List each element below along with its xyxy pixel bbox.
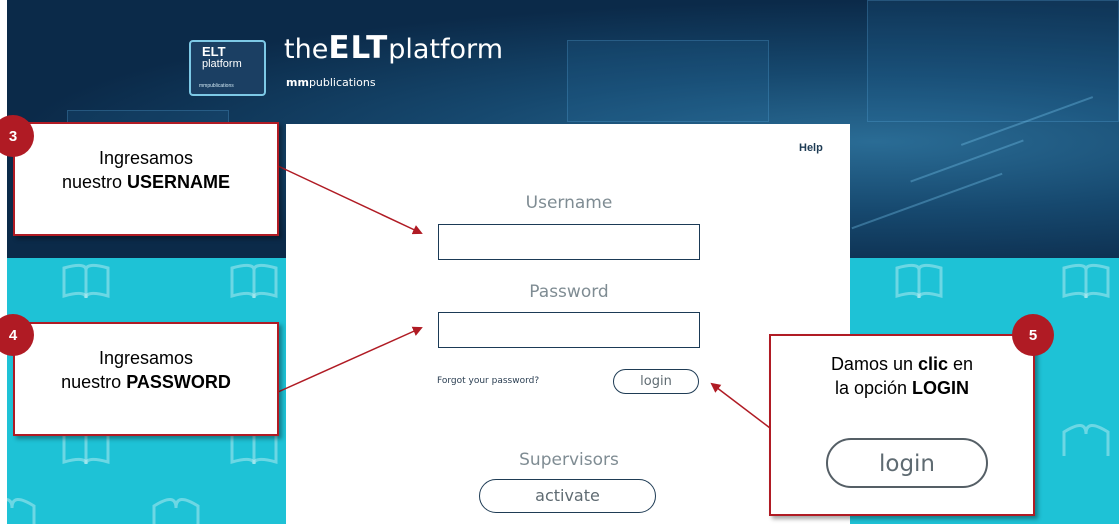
- callout-5-login-button-example: login: [826, 438, 988, 488]
- callout-4-line2-plain: nuestro: [61, 372, 127, 392]
- callout-3-line2-bold: USERNAME: [127, 172, 231, 192]
- callout-5-line1-plain: Damos un: [830, 354, 918, 374]
- callout-step-3: Ingresamos nuestro USERNAME: [13, 122, 279, 236]
- arrow-to-password: [277, 326, 423, 393]
- callout-5-line1-bold: clic: [917, 354, 949, 374]
- callout-5-line2: la opción LOGIN: [771, 376, 1033, 400]
- callout-3-line1: Ingresamos: [98, 148, 194, 168]
- callout-5-line2-plain: la opción: [834, 378, 913, 398]
- callout-step-4: Ingresamos nuestro PASSWORD: [13, 322, 279, 436]
- arrow-to-username: [277, 165, 423, 235]
- arrow-to-login: [710, 382, 771, 429]
- callout-5-line2-bold: LOGIN: [912, 378, 970, 398]
- callout-step-5: Damos un clic en la opción LOGIN: [769, 334, 1035, 516]
- callout-4-line2-bold: PASSWORD: [126, 372, 231, 392]
- step-badge-5: 5: [1012, 314, 1054, 356]
- callout-4-line1: Ingresamos: [98, 348, 194, 368]
- callout-5-line1: Damos un clic en: [771, 352, 1033, 376]
- screen: ELT platform mmpublications theELTplatfo…: [0, 0, 1119, 524]
- callout-3-line2: nuestro USERNAME: [15, 170, 277, 194]
- callout-3-line2-plain: nuestro: [61, 172, 128, 192]
- callout-5-line1-end: en: [948, 354, 974, 374]
- callout-4-line2: nuestro PASSWORD: [15, 370, 277, 394]
